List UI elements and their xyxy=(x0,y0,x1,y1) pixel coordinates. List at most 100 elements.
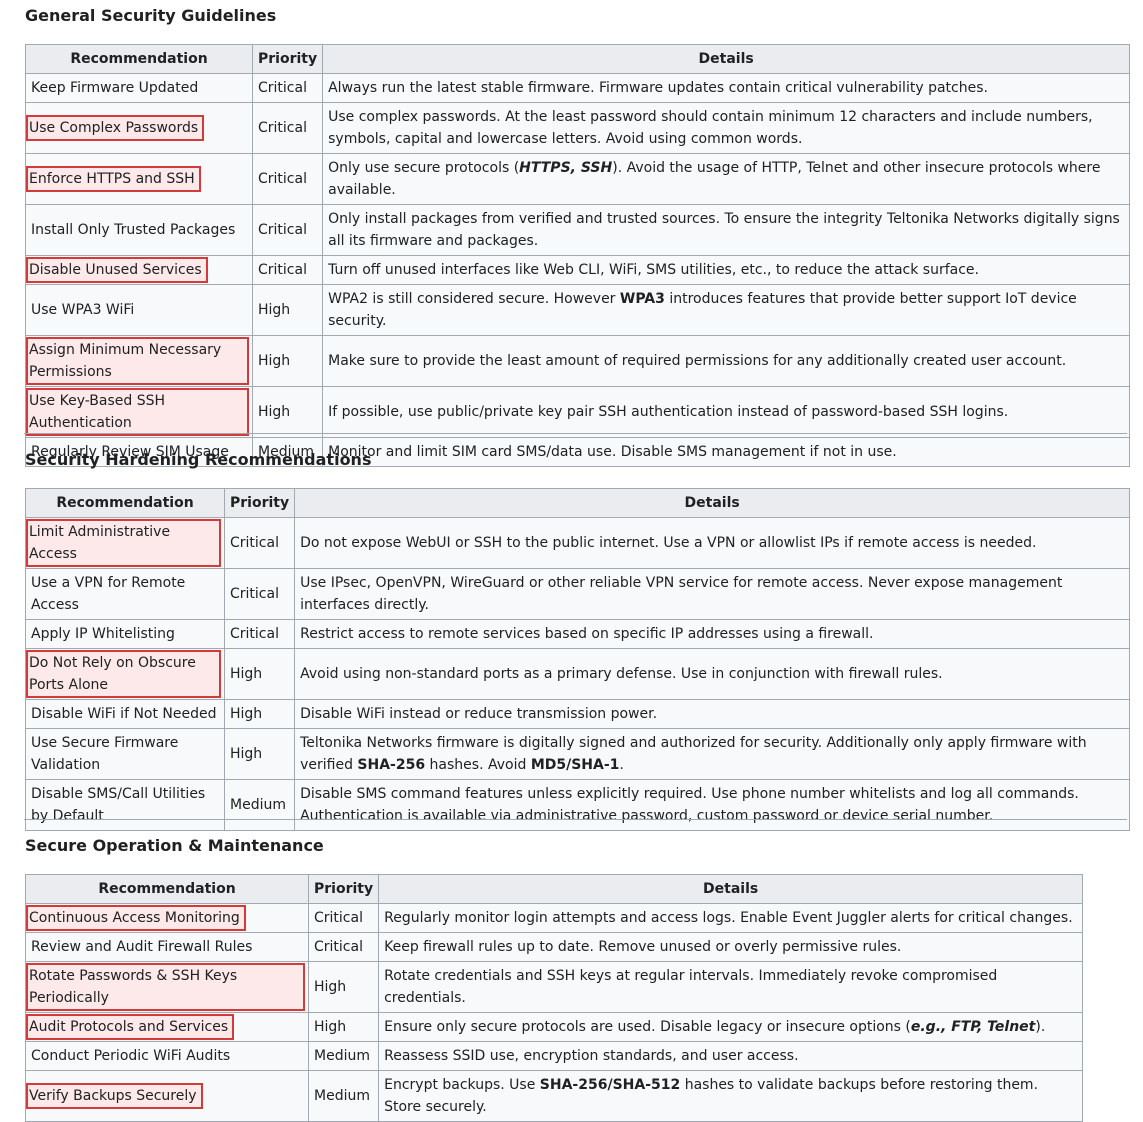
highlighted-recommendation: Assign Minimum Necessary Permissions xyxy=(26,337,249,385)
section-title-operation: Secure Operation & Maintenance xyxy=(25,836,324,855)
highlighted-recommendation: Enforce HTTPS and SSH xyxy=(26,166,201,192)
details-cell: Disable WiFi instead or reduce transmiss… xyxy=(294,699,1131,729)
table-row: Rotate Passwords & SSH Keys Periodically… xyxy=(25,961,1084,1013)
highlighted-recommendation: Use Key-Based SSH Authentication xyxy=(26,388,249,436)
details-cell: Regularly monitor login attempts and acc… xyxy=(378,903,1084,933)
highlighted-recommendation: Do Not Rely on Obscure Ports Alone xyxy=(26,650,221,698)
table-row: Continuous Access Monitoring Critical Regu… xyxy=(25,903,1084,933)
recommendation-cell: Disable WiFi if Not Needed xyxy=(25,699,225,729)
details-cell: Make sure to provide the least amount of… xyxy=(322,335,1131,387)
priority-cell: Critical xyxy=(307,932,380,962)
table-row: Audit Protocols and Services High Ensure o… xyxy=(25,1012,1084,1042)
details-cell: Ensure only secure protocols are used. D… xyxy=(378,1012,1084,1042)
table-row: Disable WiFi if Not Needed High Disable Wi… xyxy=(25,699,1131,729)
recommendation-cell: Use Complex Passwords xyxy=(25,102,253,154)
details-cell: Keep firewall rules up to date. Remove u… xyxy=(378,932,1084,962)
column-header: Priority xyxy=(251,44,324,74)
recommendation-cell: Disable SMS/Call Utilities by Default xyxy=(25,779,225,831)
priority-cell: Critical xyxy=(223,517,296,569)
priority-cell: High xyxy=(223,648,296,700)
table-row: Enforce HTTPS and SSH Critical Only use se… xyxy=(25,153,1131,205)
recommendation-cell: Continuous Access Monitoring xyxy=(25,903,309,933)
priority-cell: Critical xyxy=(223,619,296,649)
table-row: Verify Backups Securely Medium Encrypt bac… xyxy=(25,1070,1084,1122)
details-cell: Avoid using non-standard ports as a prim… xyxy=(294,648,1131,700)
details-cell: Use complex passwords. At the least pass… xyxy=(322,102,1131,154)
table-row: Review and Audit Firewall Rules Critical K… xyxy=(25,932,1084,962)
details-cell: Monitor and limit SIM card SMS/data use.… xyxy=(322,437,1131,467)
recommendation-cell: Install Only Trusted Packages xyxy=(25,204,253,256)
priority-cell: Critical xyxy=(251,255,324,285)
priority-cell: Critical xyxy=(307,903,380,933)
column-header: Recommendation xyxy=(25,488,225,518)
recommendation-cell: Use Key-Based SSH Authentication xyxy=(25,386,253,438)
recommendation-text: Disable WiFi if Not Needed xyxy=(31,706,217,722)
details-cell: If possible, use public/private key pair… xyxy=(322,386,1131,438)
details-cell: Restrict access to remote services based… xyxy=(294,619,1131,649)
table-header-row: Recommendation Priority Details xyxy=(25,44,1131,74)
recommendation-cell: Use Secure Firmware Validation xyxy=(25,728,225,780)
recommendation-cell: Disable Unused Services xyxy=(25,255,253,285)
recommendation-cell: Do Not Rely on Obscure Ports Alone xyxy=(25,648,225,700)
table-row: Do Not Rely on Obscure Ports Alone High Av… xyxy=(25,648,1131,700)
priority-cell: Medium xyxy=(223,779,296,831)
recommendation-text: Apply IP Whitelisting xyxy=(31,626,175,642)
table-header-row: Recommendation Priority Details xyxy=(25,488,1131,518)
priority-cell: Critical xyxy=(251,73,324,103)
highlighted-recommendation: Limit Administrative Access xyxy=(26,519,221,567)
details-cell: Turn off unused interfaces like Web CLI,… xyxy=(322,255,1131,285)
table-row: Disable SMS/Call Utilities by Default Med… xyxy=(25,779,1131,831)
column-header: Details xyxy=(378,874,1084,904)
hardening-table: Recommendation Priority Details Limit Admin… xyxy=(25,488,1131,831)
recommendation-cell: Limit Administrative Access xyxy=(25,517,225,569)
section-title-general: General Security Guidelines xyxy=(25,6,277,25)
recommendation-text: Disable SMS/Call Utilities by Default xyxy=(31,786,206,824)
recommendation-text: Install Only Trusted Packages xyxy=(31,222,236,238)
section-divider xyxy=(24,819,1127,820)
highlighted-recommendation: Audit Protocols and Services xyxy=(25,1014,235,1040)
recommendation-cell: Verify Backups Securely xyxy=(25,1070,309,1122)
table-row: Use Secure Firmware Validation High Telton… xyxy=(25,728,1131,780)
column-header: Details xyxy=(322,44,1131,74)
section-title-hardening: Security Hardening Recommendations xyxy=(25,450,372,469)
recommendation-cell: Enforce HTTPS and SSH xyxy=(25,153,253,205)
recommendation-cell: Conduct Periodic WiFi Audits xyxy=(25,1041,309,1071)
table-row: Assign Minimum Necessary Permissions High… xyxy=(25,335,1131,387)
details-cell: Only install packages from verified and … xyxy=(322,204,1131,256)
recommendation-text: Conduct Periodic WiFi Audits xyxy=(31,1048,231,1064)
details-cell: WPA2 is still considered secure. However… xyxy=(322,284,1131,336)
column-header: Priority xyxy=(223,488,296,518)
highlighted-recommendation: Use Complex Passwords xyxy=(25,115,205,141)
recommendation-text: Review and Audit Firewall Rules xyxy=(31,939,253,955)
recommendation-cell: Review and Audit Firewall Rules xyxy=(25,932,309,962)
details-cell: Disable SMS command features unless expl… xyxy=(294,779,1131,831)
table-row: Conduct Periodic WiFi Audits Medium Reasse… xyxy=(25,1041,1084,1071)
table-row: Keep Firmware Updated Critical Always run … xyxy=(25,73,1131,103)
priority-cell: High xyxy=(251,335,324,387)
table-header-row: Recommendation Priority Details xyxy=(25,874,1084,904)
column-header: Details xyxy=(294,488,1131,518)
highlighted-recommendation: Continuous Access Monitoring xyxy=(26,905,246,931)
details-cell: Teltonika Networks firmware is digitally… xyxy=(294,728,1131,780)
table-row: Use a VPN for Remote Access Critical Use I… xyxy=(25,568,1131,620)
operation-table: Recommendation Priority Details Continuous … xyxy=(25,874,1084,1122)
recommendation-text: Use a VPN for Remote Access xyxy=(31,575,186,613)
recommendation-cell: Use WPA3 WiFi xyxy=(25,284,253,336)
details-cell: Do not expose WebUI or SSH to the public… xyxy=(294,517,1131,569)
section-divider xyxy=(24,433,1127,434)
details-cell: Encrypt backups. Use SHA-256/SHA-512 has… xyxy=(378,1070,1084,1122)
priority-cell: High xyxy=(251,284,324,336)
table-row: Use Complex Passwords Critical Use complex… xyxy=(25,102,1131,154)
highlighted-recommendation: Rotate Passwords & SSH Keys Periodically xyxy=(26,963,305,1011)
column-header: Priority xyxy=(307,874,380,904)
priority-cell: Critical xyxy=(223,568,296,620)
general-guidelines-table: Recommendation Priority Details Keep Firmwa… xyxy=(25,44,1131,467)
priority-cell: High xyxy=(251,386,324,438)
recommendation-text: Keep Firmware Updated xyxy=(31,80,199,96)
recommendation-cell: Assign Minimum Necessary Permissions xyxy=(25,335,253,387)
priority-cell: High xyxy=(223,699,296,729)
highlighted-recommendation: Disable Unused Services xyxy=(26,257,208,283)
recommendation-text: Use WPA3 WiFi xyxy=(31,302,135,318)
recommendation-cell: Use a VPN for Remote Access xyxy=(25,568,225,620)
priority-cell: Medium xyxy=(307,1070,380,1122)
